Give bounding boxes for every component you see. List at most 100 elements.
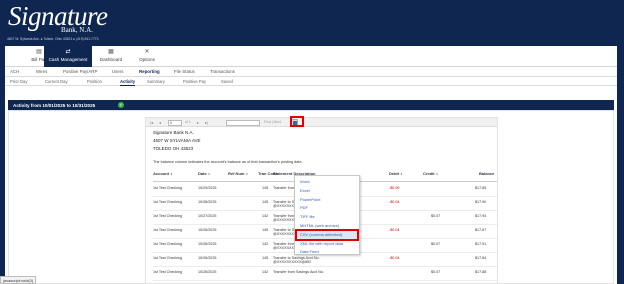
col-tran-code[interactable]: Tran Code — [258, 171, 278, 177]
col-label: Account — [153, 171, 169, 176]
cell-account: 1st Test Checking — [153, 200, 183, 204]
sort-icon: ⇕ — [170, 172, 173, 176]
col-label: Ref Num — [228, 171, 245, 176]
export-menu: Word Excel PowerPoint PDF TIFF file MHTML (we… — [294, 175, 360, 255]
cell-credit: $0.07 — [431, 270, 441, 274]
cell-account: 1st Test Checking — [153, 214, 183, 218]
tab-activity[interactable]: Activity — [120, 79, 136, 86]
subnav-file-status[interactable]: File Status — [174, 69, 195, 74]
cell-date: 10/26/2025 — [198, 256, 217, 260]
cell-account: 1st Test Checking — [153, 242, 183, 246]
col-label: Credit — [423, 171, 435, 176]
sort-icon: ⇕ — [207, 172, 211, 176]
cell-balance: $17.87 — [475, 228, 487, 232]
cell-debit: -$0.09 — [389, 186, 400, 190]
cell-tran-code: 145 — [262, 228, 269, 232]
cell-balance: $17.84 — [475, 256, 487, 260]
subnav-reporting-label: Reporting — [139, 69, 160, 74]
cell-credit: $0.07 — [431, 214, 441, 218]
sort-icon: ⇕ — [435, 172, 439, 176]
options-icon: ✕ — [144, 49, 150, 55]
nav-label: Dashboard — [99, 57, 123, 62]
nav-cash-management[interactable]: ⇄ Cash Management — [44, 46, 92, 67]
check-icon[interactable]: ✓ — [118, 102, 124, 108]
export-option-excel[interactable]: Excel — [295, 186, 359, 195]
tab-position[interactable]: Position — [87, 79, 102, 84]
last-page-icon[interactable]: ▸| — [205, 120, 208, 125]
cell-debit: -$0.04 — [389, 256, 400, 260]
prev-page-icon[interactable]: ◂ — [159, 120, 161, 125]
col-credit[interactable]: Credit ⇕ — [423, 171, 439, 177]
activity-title-bar: Activity from 10/01/2025 to 10/31/2025 ✓ — [8, 100, 614, 110]
cell-date: 10/26/2025 — [198, 242, 217, 246]
cell-balance: $17.85 — [475, 186, 487, 190]
top-nav: ▤ Bill Pay ⇄ Cash Management ▦ Dashboard… — [5, 46, 617, 67]
col-label: Debit — [389, 171, 399, 176]
find-input[interactable] — [226, 119, 260, 126]
cell-tran-code: 145 — [262, 200, 269, 204]
nav-label: Options — [139, 57, 155, 62]
subnav-users[interactable]: Users — [112, 69, 123, 74]
cell-date: 10/27/2025 — [198, 214, 217, 218]
export-option-tiff-file[interactable]: TIFF file — [295, 212, 359, 221]
tab-summary[interactable]: Summary — [147, 79, 165, 84]
sort-icon: ⇕ — [245, 172, 249, 176]
export-option-powerpoint[interactable]: PowerPoint — [295, 195, 359, 204]
description-line: Transfer from Savings Acct No. — [273, 270, 324, 274]
cell-account: 1st Test Checking — [153, 228, 183, 232]
cell-tran-code: 142 — [262, 214, 269, 218]
tab-saved[interactable]: Saved — [221, 79, 233, 84]
cell-tran-code: 145 — [262, 256, 269, 260]
col-debit[interactable]: Debit ⇕ — [389, 171, 403, 177]
activity-title: Activity from 10/01/2025 to 10/31/2025 — [13, 102, 96, 108]
browser-status-bar: javascript:void(0) — [0, 276, 37, 284]
cell-tran-code: 142 — [262, 242, 269, 246]
col-account[interactable]: Account ⇕ — [153, 171, 173, 177]
cell-credit: $0.07 — [431, 242, 441, 246]
subnav-transactions[interactable]: Transactions — [210, 69, 235, 74]
cell-balance: $17.90 — [475, 200, 487, 204]
tab-prior-day[interactable]: Prior Day — [10, 79, 27, 84]
col-balance[interactable]: Balance — [479, 171, 494, 177]
cell-date: 10/26/2025 — [198, 270, 217, 274]
subnav-wires[interactable]: Wires — [36, 69, 47, 74]
sub-nav: ACH Wires Positive Pay/ARP Users Reporti… — [5, 67, 617, 79]
cell-debit: -$0.04 — [389, 200, 400, 204]
page-of-label: of 1 — [185, 120, 191, 124]
col-date[interactable]: Date ⇕ — [198, 171, 211, 177]
tab-current-day[interactable]: Current Day — [45, 79, 68, 84]
tab-positive-pay[interactable]: Positive Pay — [183, 79, 206, 84]
cell-account: 1st Test Checking — [153, 256, 183, 260]
cell-description: Transfer from Savings Acct No. — [273, 270, 324, 274]
cell-balance: $17.94 — [475, 214, 487, 218]
col-label: Date — [198, 171, 207, 176]
export-option-word[interactable]: Word — [295, 177, 359, 186]
export-option-data-feed[interactable]: Data Feed — [295, 247, 359, 256]
subnav-positive-pay-arp[interactable]: Positive Pay/ARP — [63, 69, 97, 74]
sort-icon: ⇕ — [400, 172, 403, 176]
brand-address: 4607 W. Sylvania Ave. ● Toledo, Ohio 436… — [7, 37, 99, 41]
csv-highlight — [295, 229, 359, 241]
nav-options[interactable]: ✕ Options — [125, 46, 169, 67]
cell-balance: $17.88 — [475, 270, 487, 274]
page-number-input[interactable]: 1 — [168, 119, 182, 126]
cell-date: 10/28/2025 — [198, 200, 217, 204]
report-tabs: Prior Day Current Day Position Activity … — [5, 77, 617, 86]
col-ref-num[interactable]: Ref Num ⇕ — [228, 171, 249, 177]
company-street: 4607 W SYLVANIA AVE — [153, 138, 201, 143]
brand-subtitle: Bank, N.A. — [61, 26, 93, 34]
cell-date: 10/29/2025 — [198, 186, 217, 190]
first-page-icon[interactable]: |◂ — [150, 120, 153, 125]
subnav-ach[interactable]: ACH — [10, 69, 19, 74]
report-toolbar: |◂ ◂ 1 of 1 ▸ ▸| Find | Next — [146, 116, 497, 127]
company-city: TOLEDO OH 43623 — [153, 146, 194, 151]
main-panel: ▤ Bill Pay ⇄ Cash Management ▦ Dashboard… — [5, 46, 617, 284]
next-page-icon[interactable]: ▸ — [197, 120, 199, 125]
subnav-reporting[interactable]: Reporting▲ — [139, 69, 160, 79]
cell-date: 10/26/2025 — [198, 228, 217, 232]
site-header: Signature Bank, N.A. 4607 W. Sylvania Av… — [0, 0, 624, 46]
table-row: 1st Test Checking 10/26/2025 142 Transfer f… — [153, 267, 497, 281]
export-option-pdf[interactable]: PDF — [295, 203, 359, 212]
find-next-link[interactable]: Find | Next — [264, 120, 281, 124]
cash-management-icon: ⇄ — [65, 49, 71, 55]
